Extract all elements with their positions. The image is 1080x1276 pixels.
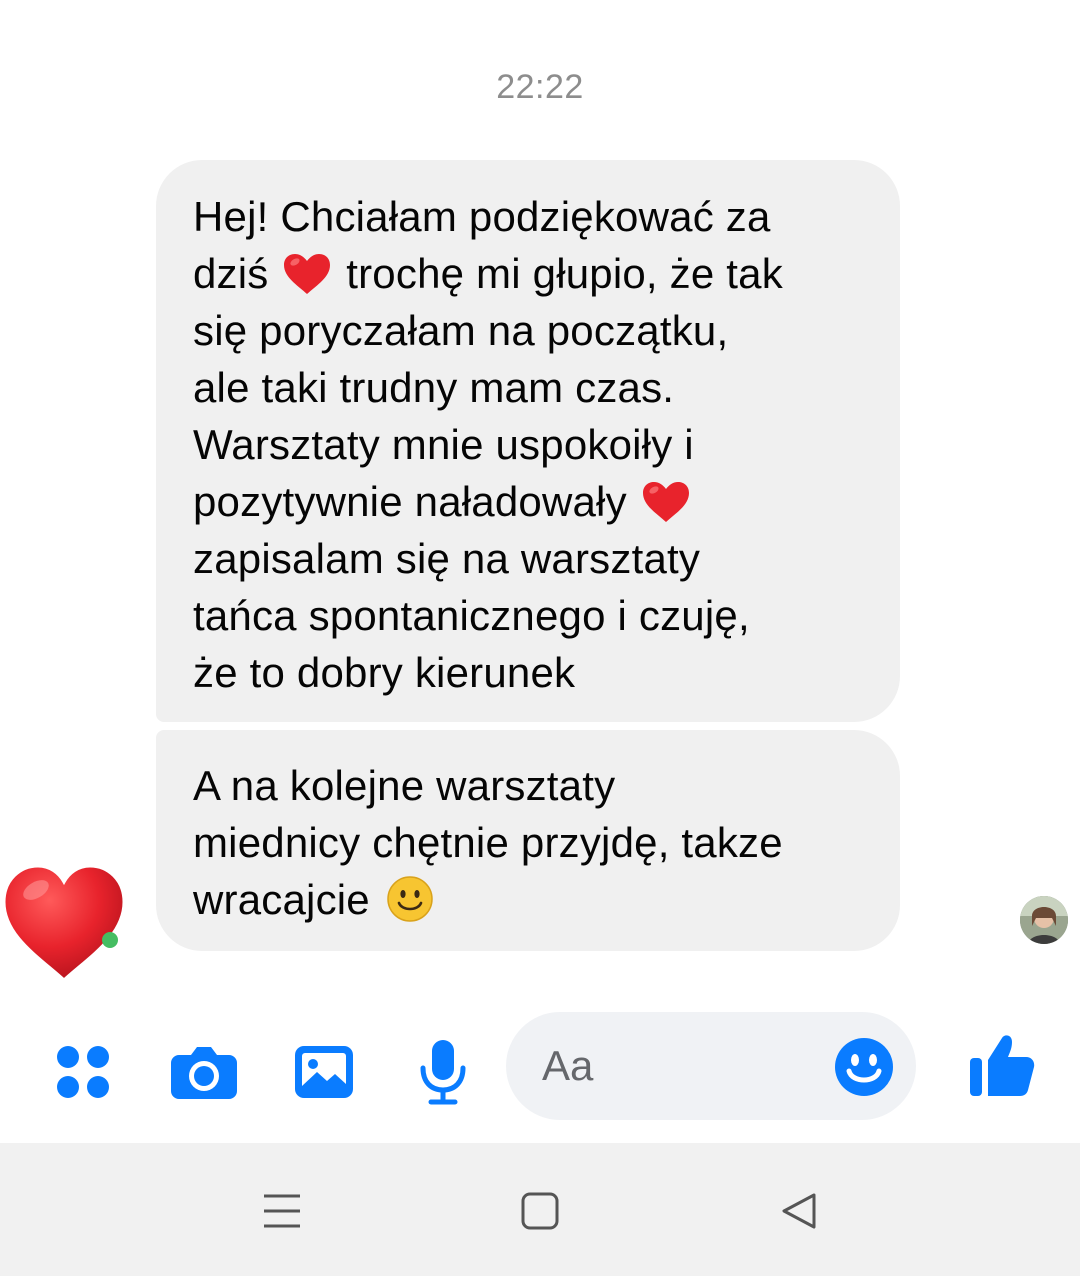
apps-icon[interactable]: [50, 1036, 116, 1108]
message-line: dziś trochę mi głupio, że tak: [193, 245, 870, 302]
home-icon[interactable]: [514, 1185, 566, 1237]
message-line-text: ale taki trudny mam czas.: [193, 364, 675, 411]
message-line: Warsztaty mnie uspokoiły i: [193, 416, 870, 473]
smiling-face-emoji-icon: [386, 876, 433, 922]
message-line-text: że to dobry kierunek: [193, 649, 576, 696]
message-line-text: Hej! Chciałam podziękować za: [193, 193, 771, 240]
message-line: pozytywnie naładowały: [193, 473, 870, 530]
message-text: Hej! Chciałam podziękować za dziś trochę …: [193, 188, 870, 701]
message-timestamp: 22:22: [496, 68, 584, 106]
message-line: ale taki trudny mam czas.: [193, 359, 870, 416]
emoji-icon[interactable]: [834, 1037, 894, 1097]
message-line-text: tańca spontanicznego i czuję,: [193, 592, 750, 639]
message-line-text: A na kolejne warsztaty: [193, 762, 616, 809]
message-line-text: się poryczałam na początku,: [193, 307, 729, 354]
system-navigation-bar: [0, 1143, 1080, 1276]
thumbs-up-icon[interactable]: [968, 1030, 1036, 1100]
message-text: A na kolejne warsztaty miednicy chętnie p…: [193, 757, 870, 928]
back-icon[interactable]: [772, 1185, 824, 1237]
red-heart-emoji-icon: [284, 254, 331, 294]
camera-icon[interactable]: [168, 1036, 240, 1108]
message-line-text: dziś: [193, 250, 269, 297]
microphone-icon[interactable]: [412, 1036, 474, 1108]
message-line-text: miednicy chętnie przyjdę, takze: [193, 819, 783, 866]
message-line: A na kolejne warsztaty: [193, 757, 870, 814]
message-line: że to dobry kierunek: [193, 644, 870, 701]
message-line-text: trochę mi głupio, że tak: [346, 250, 783, 297]
heart-reaction-icon[interactable]: [0, 862, 128, 984]
message-line: wracajcie: [193, 871, 870, 928]
message-line: miednicy chętnie przyjdę, takze: [193, 814, 870, 871]
message-line: zapisalam się na warsztaty: [193, 530, 870, 587]
gallery-icon[interactable]: [290, 1036, 358, 1108]
message-line: Hej! Chciałam podziękować za: [193, 188, 870, 245]
online-indicator: [102, 932, 118, 948]
message-input[interactable]: Aa: [506, 1012, 916, 1120]
seen-avatar-icon: [1020, 896, 1068, 944]
message-line-text: Warsztaty mnie uspokoiły i: [193, 421, 694, 468]
chat-screen: 22:22 Hej! Chciałam podziękować za dziś t…: [0, 0, 1080, 1276]
message-placeholder: Aa: [542, 1042, 594, 1089]
menu-icon[interactable]: [256, 1185, 308, 1237]
message-line-text: pozytywnie naładowały: [193, 478, 627, 525]
message-bubble[interactable]: A na kolejne warsztaty miednicy chętnie p…: [156, 730, 900, 951]
message-line-text: zapisalam się na warsztaty: [193, 535, 701, 582]
message-line: tańca spontanicznego i czuję,: [193, 587, 870, 644]
red-heart-emoji-icon: [642, 482, 689, 522]
message-bubble[interactable]: Hej! Chciałam podziękować za dziś trochę …: [156, 160, 900, 722]
message-line: się poryczałam na początku,: [193, 302, 870, 359]
message-line-text: wracajcie: [193, 876, 370, 923]
